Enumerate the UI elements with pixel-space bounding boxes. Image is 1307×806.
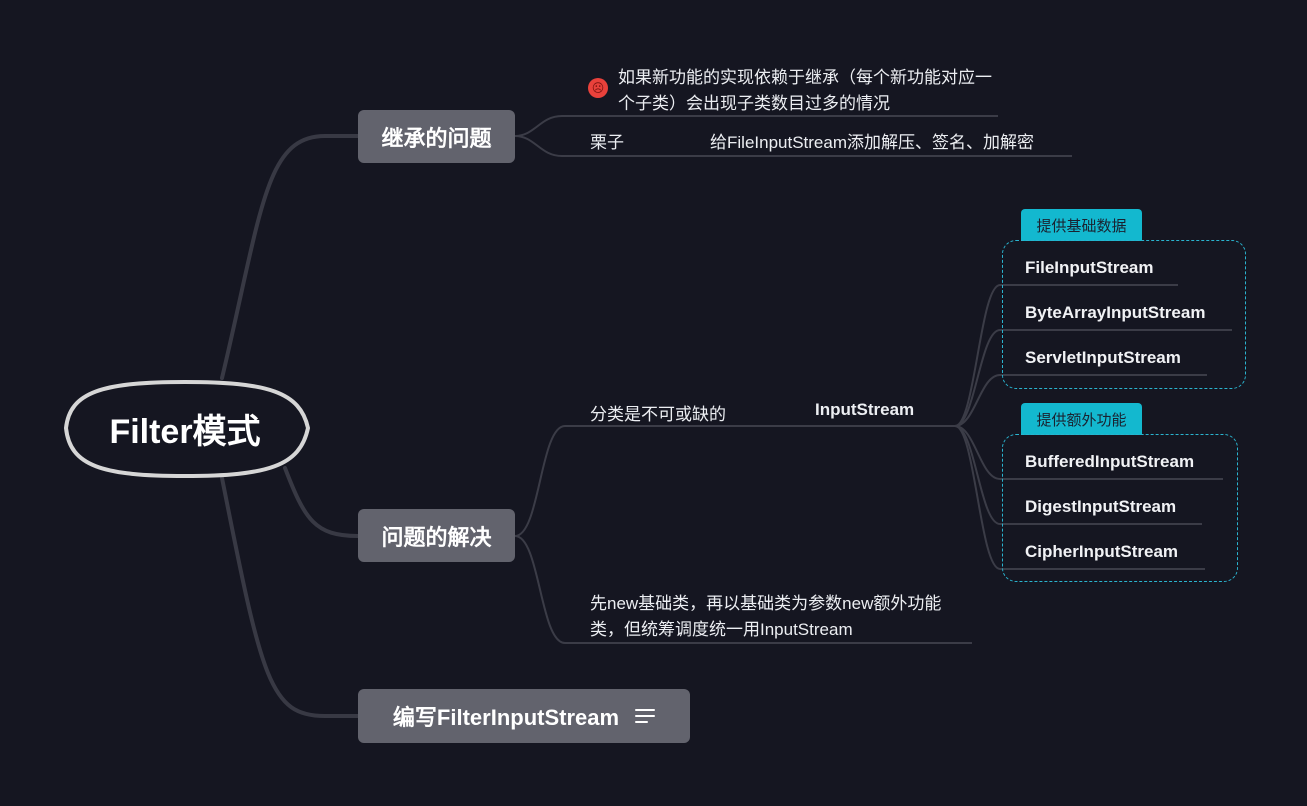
angry-face-icon: ☹ — [588, 78, 608, 98]
stream-item[interactable]: ByteArrayInputStream — [1025, 303, 1205, 323]
root-topic[interactable]: Filter模式 — [62, 380, 308, 476]
example-label[interactable]: 栗子 — [590, 128, 624, 153]
topic-write-filterinputstream[interactable]: 编写FilterInputStream — [358, 689, 690, 743]
group-label-extra-function[interactable]: 提供额外功能 — [1021, 403, 1142, 435]
inputstream-node[interactable]: InputStream — [815, 400, 914, 420]
classification-text[interactable]: 分类是不可或缺的 — [590, 400, 726, 425]
topic-label: 问题的解决 — [381, 524, 492, 550]
stream-item[interactable]: FileInputStream — [1025, 258, 1153, 278]
inheritance-problem-text[interactable]: 如果新功能的实现依赖于继承（每个新功能对应一个子类）会出现子类数目过多的情况 — [618, 65, 998, 117]
stream-item[interactable]: ServletInputStream — [1025, 348, 1181, 368]
stream-item[interactable]: DigestInputStream — [1025, 497, 1176, 517]
stream-item[interactable]: BufferedInputStream — [1025, 452, 1194, 472]
stream-item[interactable]: CipherInputStream — [1025, 542, 1178, 562]
topic-label: 继承的问题 — [381, 125, 492, 151]
topic-inheritance-problem[interactable]: 继承的问题 — [358, 110, 515, 163]
notes-icon[interactable] — [635, 709, 656, 723]
topic-solution[interactable]: 问题的解决 — [358, 509, 515, 562]
example-value[interactable]: 给FileInputStream添加解压、签名、加解密 — [710, 128, 1034, 153]
group-label-base-data[interactable]: 提供基础数据 — [1021, 209, 1142, 241]
root-title: Filter模式 — [109, 412, 261, 451]
usage-text[interactable]: 先new基础类，再以基础类为参数new额外功能类，但统筹调度统一用InputSt… — [590, 591, 970, 643]
topic-label: 编写FilterInputStream — [392, 705, 620, 730]
